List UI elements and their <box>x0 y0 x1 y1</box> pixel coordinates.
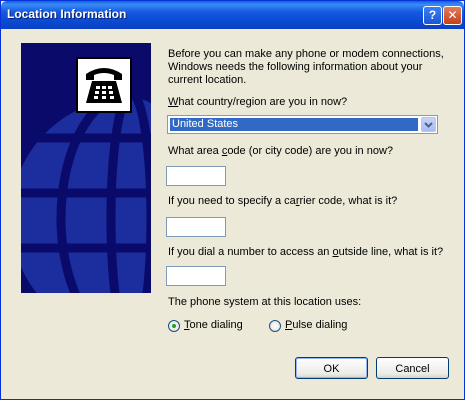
area-code-input[interactable] <box>166 166 226 186</box>
title-bar[interactable]: Location Information ? ✕ <box>1 1 464 29</box>
cancel-button[interactable]: Cancel <box>376 357 449 379</box>
phone-system-label: The phone system at this location uses: <box>168 296 362 308</box>
pulse-dialing-radio[interactable] <box>269 320 281 332</box>
tone-dialing-radio[interactable] <box>168 320 180 332</box>
help-button[interactable]: ? <box>423 6 442 25</box>
outside-line-input[interactable] <box>166 266 226 286</box>
location-information-dialog: Location Information ? ✕ Before you can … <box>0 0 465 400</box>
area-code-label: What area code (or city code) are you in… <box>168 145 394 157</box>
chevron-down-icon <box>424 122 433 128</box>
dropdown-arrow-button[interactable] <box>421 117 436 132</box>
window-title: Location Information <box>7 7 127 21</box>
ok-button[interactable]: OK <box>295 357 368 379</box>
carrier-code-label: If you need to specify a carrier code, w… <box>168 195 398 207</box>
country-select[interactable]: United States <box>167 115 438 134</box>
intro-text: Before you can make any phone or modem c… <box>168 48 444 86</box>
tone-dialing-label[interactable]: Tone dialing <box>184 319 243 331</box>
close-button[interactable]: ✕ <box>443 6 462 25</box>
country-selected-value: United States <box>170 118 418 131</box>
country-label: What country/region are you in now? <box>168 96 348 108</box>
carrier-code-input[interactable] <box>166 217 226 237</box>
outside-line-label: If you dial a number to access an outsid… <box>168 246 444 258</box>
pulse-dialing-label[interactable]: Pulse dialing <box>285 319 347 331</box>
telephone-icon <box>76 57 132 113</box>
decorative-globe-panel <box>21 43 151 293</box>
